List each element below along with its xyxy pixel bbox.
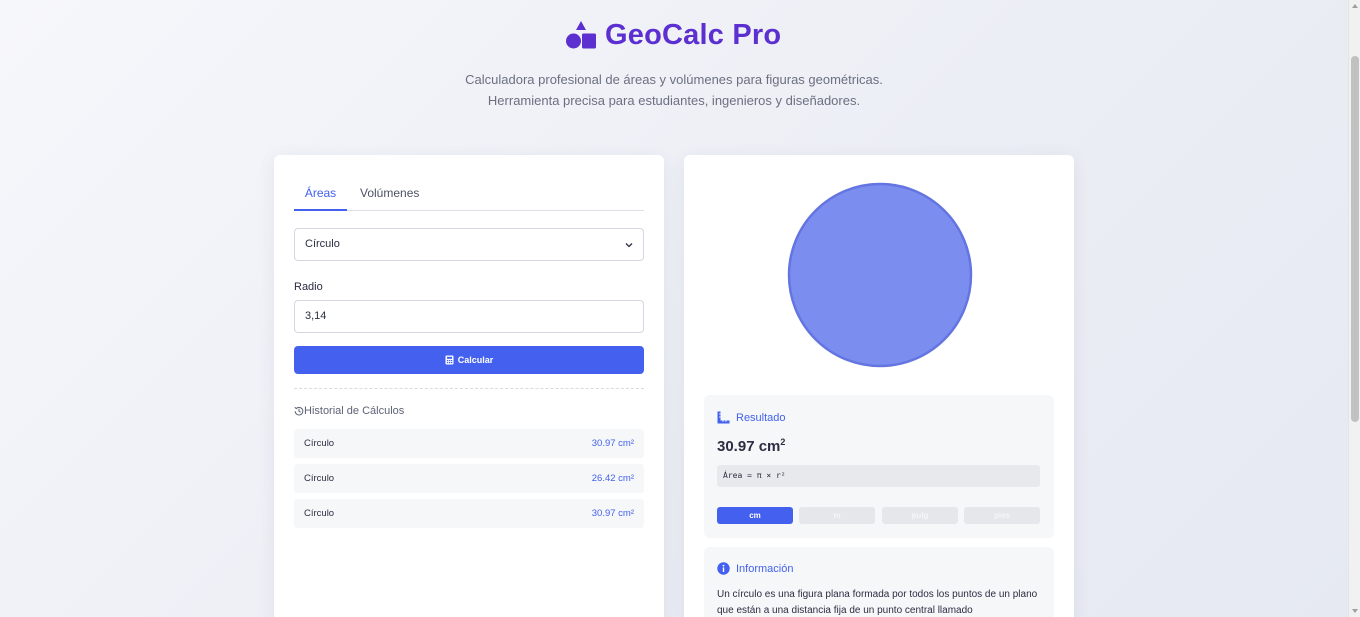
unit-button-cm[interactable]: cm (717, 507, 793, 524)
shape-select[interactable]: Círculo (294, 228, 644, 261)
brand: GeoCalc Pro (565, 18, 781, 52)
calculate-button[interactable]: Calcular (294, 346, 644, 374)
result-unit-exponent: 2 (780, 437, 786, 447)
shape-select-value: Círculo (305, 238, 340, 250)
history-item[interactable]: Círculo 30.97 cm² (294, 429, 644, 458)
info-title: Información (717, 562, 793, 575)
calculator-card: Áreas Volúmenes Círculo Radio 3,14 Calcu… (274, 155, 664, 617)
subtitle-line: Herramienta precisa para estudiantes, in… (487, 93, 861, 108)
result-value: 30.97 cm2 (717, 437, 785, 455)
history-item[interactable]: Círculo 26.42 cm² (294, 464, 644, 493)
unit-button-pulg[interactable]: pulg (882, 507, 958, 524)
divider (294, 388, 644, 389)
result-title-label: Resultado (736, 411, 786, 424)
tab-areas[interactable]: Áreas (294, 186, 347, 211)
history-item-shape: Círculo (304, 508, 335, 519)
tab-volumes[interactable]: Volúmenes (360, 186, 419, 211)
radius-label: Radio (294, 281, 323, 293)
result-value-text: 30.97 cm (717, 438, 781, 455)
history-icon (294, 406, 304, 416)
tab-bar: Áreas Volúmenes (294, 177, 644, 211)
result-title: Resultado (717, 411, 786, 424)
ruler-icon (717, 411, 730, 424)
page-scrollbar[interactable] (1348, 0, 1360, 617)
circle-shape (787, 182, 973, 368)
history-item-value: 26.42 cm² (591, 473, 634, 484)
scroll-down-arrow-icon[interactable] (1352, 609, 1358, 613)
chevron-down-icon (625, 243, 633, 248)
history-item[interactable]: Círculo 30.97 cm² (294, 499, 644, 528)
history-item-shape: Círculo (304, 438, 335, 449)
calculator-icon (445, 355, 454, 365)
formula: Área = π × r² (717, 465, 1040, 487)
subtitle-line: Calculadora profesional de áreas y volúm… (465, 72, 883, 87)
info-title-label: Información (736, 562, 794, 575)
info-panel: Información Un círculo es una figura pla… (704, 547, 1054, 617)
history-title: Historial de Cálculos (294, 405, 404, 417)
result-panel: Resultado 30.97 cm2 Área = π × r² cm m p… (704, 395, 1054, 538)
history-item-value: 30.97 cm² (591, 508, 634, 519)
history-title-label: Historial de Cálculos (304, 405, 405, 417)
calculate-button-label: Calcular (457, 355, 494, 365)
app-subtitle: Calculadora profesional de áreas y volúm… (0, 69, 1348, 111)
history-item-value: 30.97 cm² (591, 438, 634, 449)
scroll-up-arrow-icon[interactable] (1352, 4, 1358, 8)
app-title: GeoCalc Pro (605, 18, 782, 51)
history-item-shape: Círculo (304, 473, 335, 484)
radius-input[interactable]: 3,14 (294, 300, 644, 333)
shapes-icon (566, 21, 596, 49)
info-text: Un círculo es una figura plana formada p… (717, 589, 1038, 616)
result-card: Resultado 30.97 cm2 Área = π × r² cm m p… (684, 155, 1074, 617)
unit-button-m[interactable]: m (799, 507, 875, 524)
shape-preview (787, 182, 973, 368)
scrollbar-thumb[interactable] (1351, 56, 1359, 422)
unit-button-pies[interactable]: pies (964, 507, 1040, 524)
info-circle-icon (717, 562, 730, 575)
